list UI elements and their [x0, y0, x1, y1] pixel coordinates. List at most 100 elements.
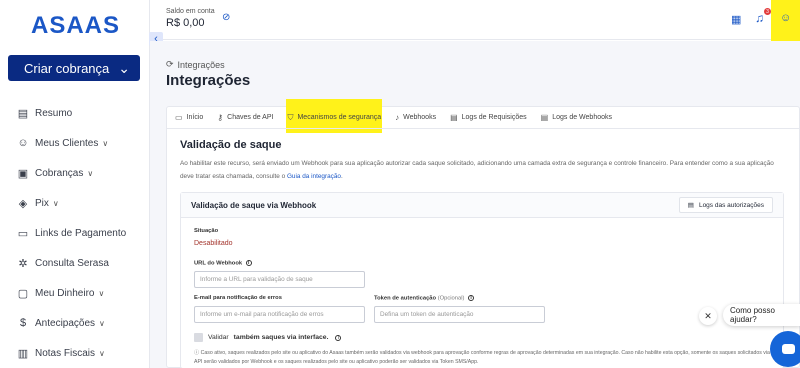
top-bar: Saldo em conta R$ 0,00 ⊘ ▦ ♫ 3 ☺	[150, 0, 800, 50]
tab-label: Logs de Requisições	[461, 114, 527, 121]
clients-icon: ☺	[17, 137, 29, 149]
refresh-icon: ⟳	[166, 59, 174, 69]
summary-icon: ▤	[17, 107, 29, 120]
chevron-down-icon: ∨	[99, 348, 105, 358]
sidebar-item-label: Pix	[35, 197, 49, 209]
payment-link-icon: ▭	[17, 227, 29, 240]
close-chat-prompt-icon[interactable]: ✕	[699, 307, 717, 325]
info-icon[interactable]: i	[245, 260, 252, 266]
token-label-text: Token de autenticação	[374, 295, 437, 302]
balance-label: Saldo em conta	[166, 8, 215, 15]
section-desc-end: .	[340, 173, 343, 180]
advance-icon: $	[19, 317, 27, 329]
chevron-down-icon: ∨	[98, 288, 105, 298]
sidebar-item-label: Links de Pagamento	[35, 227, 127, 239]
sidebar-item-label: Resumo	[35, 107, 73, 119]
sidebar-item-label: Notas Fiscais	[35, 347, 96, 359]
hide-balance-icon[interactable]: ⊘	[222, 12, 230, 23]
sidebar-item-label: Consulta Serasa	[35, 257, 109, 269]
sidebar-item-notas[interactable]: ▥ Notas Fiscais ∨	[17, 338, 147, 368]
validation-note: ⓘ Caso ativo, saques realizados pelo sit…	[194, 349, 779, 367]
error-email-input[interactable]: Informe um e-mail para notificação de er…	[194, 306, 365, 323]
tab-label: Webhooks	[403, 114, 437, 121]
checkbox-label-bold: também saques via interface.	[233, 334, 329, 341]
token-field-label: Token de autenticação (Opcional) i	[374, 295, 475, 302]
billing-icon: ▣	[17, 167, 29, 180]
shield-icon: ⛉	[287, 112, 294, 122]
email-field-label: E-mail para notificação de erros	[194, 295, 282, 301]
tab-webhooks[interactable]: ♪ Webhooks	[395, 107, 436, 129]
webhook-url-input[interactable]: Informe a URL para validação de saque	[194, 271, 365, 288]
apps-grid-icon[interactable]: ▦	[731, 13, 741, 26]
info-icon[interactable]: i	[335, 334, 342, 341]
money-icon: ▢	[17, 287, 29, 300]
status-label: Situação	[194, 228, 219, 234]
chevron-down-icon: ∨	[52, 198, 59, 208]
create-charge-label: Criar cobrança	[24, 60, 110, 76]
notification-badge: 3	[764, 8, 771, 15]
info-icon[interactable]: i	[468, 295, 475, 301]
panel-title: Validação de saque via Webhook	[191, 200, 317, 210]
sidebar-item-cobrancas[interactable]: ▣ Cobranças ∨	[17, 158, 147, 188]
chat-launcher-button[interactable]	[770, 331, 800, 367]
tab-label: Início	[186, 114, 204, 121]
chevron-down-icon: ∨	[102, 138, 109, 148]
pix-icon: ◈	[18, 197, 28, 210]
validation-note-text: Caso ativo, saques realizados pelo site …	[194, 350, 770, 365]
sidebar-item-antecipacoes[interactable]: $ Antecipações ∨	[17, 308, 147, 338]
invoice-icon: ▥	[17, 347, 29, 360]
section-desc-text: Ao habilitar este recurso, será enviado …	[180, 160, 774, 180]
webhook-validation-panel: Validação de saque via Webhook ▤ Logs da…	[180, 192, 784, 368]
integrations-card: ▭ Início ⚷ Chaves de API ⛉ Mecanismos de…	[166, 99, 800, 368]
sidebar: ASAAS Criar cobrança ⌄ ▤ Resumo ☺ Meus C…	[0, 0, 150, 368]
tab-logs-webhooks[interactable]: ▤ Logs de Webhooks	[541, 107, 612, 129]
breadcrumb-label[interactable]: Integrações	[178, 60, 225, 70]
breadcrumb: ⟳ Integrações	[166, 59, 225, 70]
sidebar-item-resumo[interactable]: ▤ Resumo	[17, 98, 147, 128]
sidebar-item-pix[interactable]: ◈ Pix ∨	[17, 188, 147, 218]
status-value: Desabilitado	[194, 240, 233, 247]
chevron-down-icon: ∨	[99, 318, 105, 328]
section-title: Validação de saque	[180, 139, 282, 151]
chevron-down-icon: ⌄	[118, 59, 130, 76]
sidebar-item-clientes[interactable]: ☺ Meus Clientes ∨	[17, 128, 147, 158]
tab-bar: ▭ Início ⚷ Chaves de API ⛉ Mecanismos de…	[167, 107, 800, 129]
chat-prompt-bubble[interactable]: Como posso ajudar?	[723, 304, 800, 326]
notification-bell-icon[interactable]: ♫	[755, 11, 764, 25]
checkbox-label-pre: Validar	[208, 334, 229, 341]
create-charge-button[interactable]: Criar cobrança ⌄	[8, 55, 140, 81]
list-icon: ▤	[450, 113, 458, 122]
integration-guide-link[interactable]: Guia da integração	[287, 173, 341, 180]
sidebar-nav: ▤ Resumo ☺ Meus Clientes ∨ ▣ Cobranças ∨…	[17, 98, 147, 368]
chat-icon	[781, 344, 795, 354]
tab-chaves-api[interactable]: ⚷ Chaves de API	[217, 107, 273, 129]
sidebar-item-links[interactable]: ▭ Links de Pagamento	[17, 218, 147, 248]
sidebar-item-serasa[interactable]: ✲ Consulta Serasa	[17, 248, 147, 278]
url-field-label: URL do Webhook i	[194, 260, 252, 267]
tab-inicio[interactable]: ▭ Início	[175, 107, 203, 129]
asaas-logo[interactable]: ASAAS	[31, 12, 120, 40]
sidebar-item-dinheiro[interactable]: ▢ Meu Dinheiro ∨	[17, 278, 147, 308]
tab-label: Mecanismos de segurança	[297, 114, 382, 121]
tab-mecanismos-seguranca[interactable]: ⛉ Mecanismos de segurança	[287, 107, 381, 129]
interface-withdrawals-option: Validar também saques via interface. i	[194, 333, 342, 342]
token-optional-text: (Opcional)	[437, 295, 465, 302]
balance-value: R$ 0,00	[166, 17, 205, 29]
tab-label: Logs de Webhooks	[552, 114, 613, 121]
sidebar-item-label: Meu Dinheiro	[35, 287, 95, 299]
tab-logs-requisicoes[interactable]: ▤ Logs de Requisições	[450, 107, 527, 129]
key-icon: ⚷	[217, 113, 224, 122]
list-icon: ▤	[540, 113, 549, 122]
panel-header: Validação de saque via Webhook ▤ Logs da…	[181, 193, 783, 218]
page-title: Integrações	[166, 72, 251, 89]
serasa-icon: ✲	[18, 257, 28, 270]
bell-icon: ♪	[395, 113, 400, 122]
interface-withdrawals-checkbox[interactable]	[194, 333, 203, 342]
authorization-logs-label: Logs das autorizações	[698, 201, 764, 209]
tab-label: Chaves de API	[227, 114, 274, 121]
auth-token-input[interactable]: Defina um token de autenticação	[374, 306, 545, 323]
authorization-logs-button[interactable]: ▤ Logs das autorizações	[678, 197, 773, 213]
section-description: Ao habilitar este recurso, será enviado …	[180, 157, 780, 183]
user-icon[interactable]: ☺	[780, 12, 791, 24]
url-label-text: URL do Webhook	[194, 260, 243, 267]
